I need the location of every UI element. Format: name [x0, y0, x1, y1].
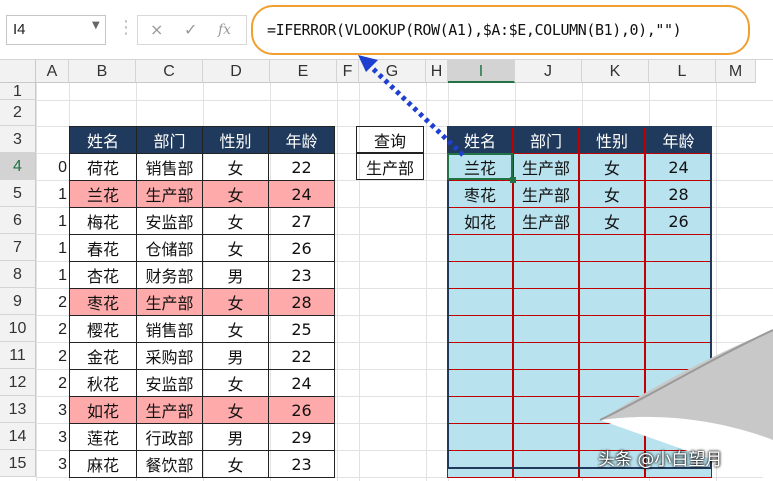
- watermark: 头条 @小白望月: [598, 450, 723, 470]
- dotted-arrow-icon: [358, 55, 465, 157]
- annotation-overlay: [358, 55, 773, 481]
